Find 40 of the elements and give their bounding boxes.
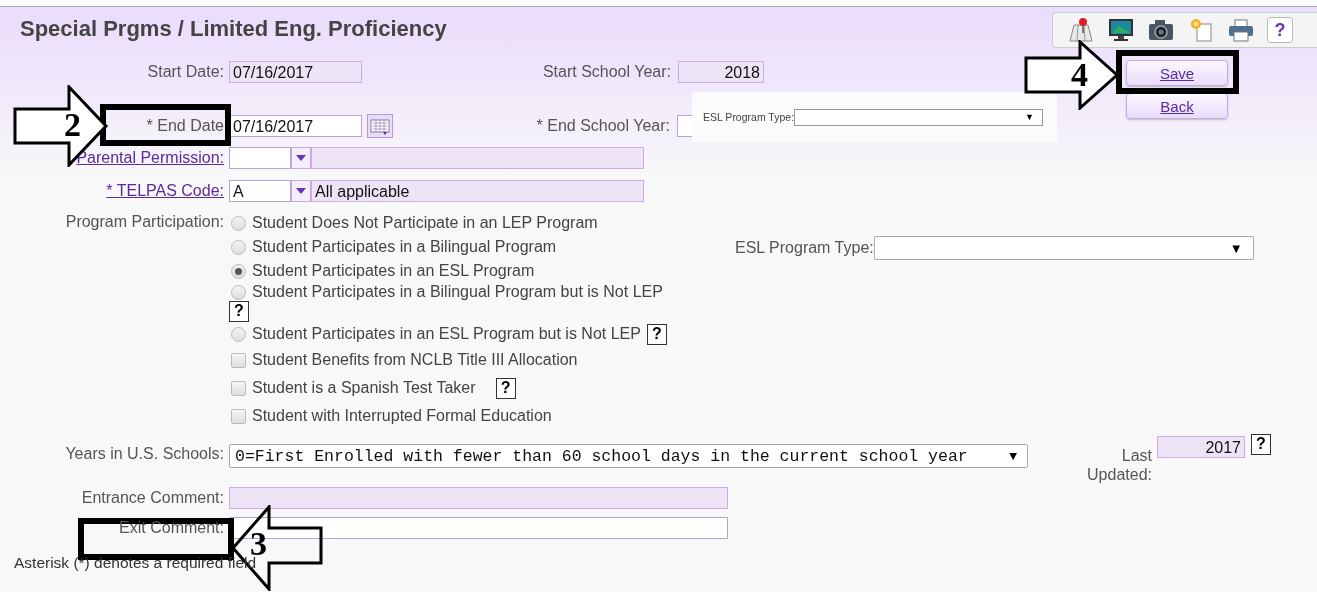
field-label: Last Updated: (1086, 446, 1152, 484)
callout-number: 4 (1071, 58, 1088, 92)
option-label: Student Participates in an ESL Program (252, 262, 535, 280)
help-button[interactable]: ? (646, 323, 667, 345)
page-title: Special Prgms / Limited Eng. Proficiency (19, 15, 447, 42)
field-label: Exit Comment: (119, 519, 224, 537)
years-select[interactable]: 0=First Enrolled with fewer than 60 school days in the current school year ▼ (229, 444, 1028, 468)
field-label: Start Date: (147, 63, 224, 81)
callout-number: 2 (64, 108, 81, 142)
help-button[interactable]: ? (1251, 434, 1271, 455)
esl-program-type-select[interactable]: ▼ (873, 236, 1254, 260)
field-label: Program Participation: (65, 213, 224, 231)
field-label: Entrance Comment: (81, 489, 224, 507)
field-label: Years in U.S. Schools: (65, 445, 224, 463)
help-button[interactable]: ? (1267, 17, 1293, 43)
field-label: ESL Program Type: (703, 111, 795, 123)
last-updated-field[interactable]: 2017 (1157, 436, 1245, 458)
field-label: Start School Year: (542, 63, 671, 81)
help-button[interactable]: ? (229, 301, 249, 322)
option-label: Student is a Spanish Test Taker (252, 379, 476, 397)
end-date-field[interactable]: 07/16/2017 (229, 115, 362, 137)
option-label: Student Participates in a Bilingual Program (252, 238, 557, 256)
description-field[interactable]: All applicable (311, 180, 644, 202)
option-label: Student Participates in an ESL Program but is Not LEP (252, 325, 641, 343)
field-label: ESL Program Type: (735, 239, 874, 257)
esl-program-type-select[interactable]: ▼ (794, 108, 1043, 126)
telpas-code-link[interactable]: * TELPAS Code: (106, 182, 224, 200)
option-label: Student Benefits from NCLB Title III Allocation (252, 351, 578, 369)
option-label: Student Does Not Participate in an LEP Program (252, 214, 598, 232)
option-label: Student with Interrupted Formal Education (252, 407, 552, 425)
code-select[interactable]: A (229, 180, 291, 202)
field-label: * End School Year: (536, 117, 670, 135)
field-label: * End Date (146, 117, 224, 135)
option-label: Student Participates in a Bilingual Program but is Not LEP (252, 283, 663, 301)
parental-permission-link[interactable]: Parental Permission: (76, 149, 224, 167)
save-button[interactable]: Save (1126, 60, 1228, 86)
start-date-field[interactable]: 07/16/2017 (229, 61, 362, 83)
help-button[interactable]: ? (495, 377, 516, 399)
back-button[interactable]: Back (1126, 93, 1228, 119)
start-school-year-field[interactable]: 2018 (678, 61, 764, 83)
